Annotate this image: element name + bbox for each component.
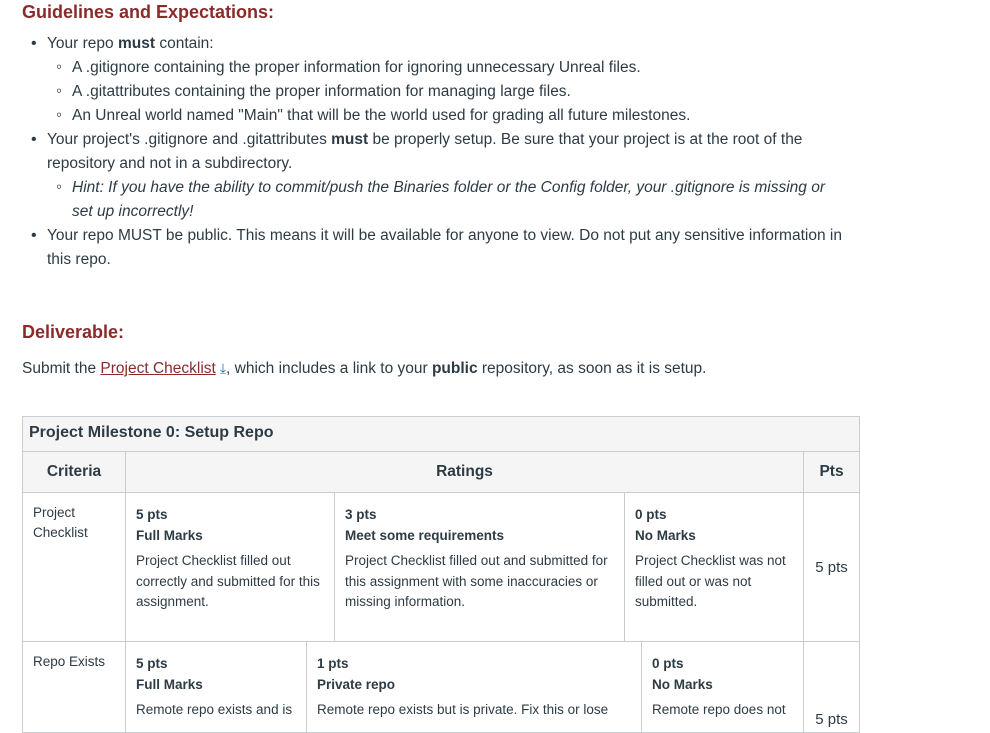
ratings-header: Ratings	[125, 451, 804, 493]
pts-cell: 5 pts	[803, 492, 860, 642]
ratings-cell: 5 pts Full Marks Project Checklist fille…	[125, 492, 804, 642]
criteria-header: Criteria	[22, 451, 126, 493]
criterion-cell: Repo Exists	[22, 641, 126, 733]
criterion-cell: Project Checklist	[22, 492, 126, 642]
project-checklist-link[interactable]: Project Checklist	[100, 360, 215, 377]
sub-list: A .gitignore containing the proper infor…	[47, 55, 847, 128]
rating-box: 1 pts Private repo Remote repo exists bu…	[307, 642, 642, 732]
rating-box: 5 pts Full Marks Project Checklist fille…	[126, 493, 335, 641]
deliverable-heading: Deliverable:	[22, 322, 125, 342]
list-item: Your repo must contain: A .gitignore con…	[31, 32, 847, 128]
rating-box: 3 pts Meet some requirements Project Che…	[335, 493, 625, 641]
table-row: Repo Exists 5 pts Full Marks Remote repo…	[22, 641, 860, 733]
list-item: Your repo MUST be public. This means it …	[31, 224, 847, 272]
ratings-cell: 5 pts Full Marks Remote repo exists and …	[125, 641, 804, 733]
pts-cell: 5 pts	[803, 641, 860, 733]
guidelines-list: Your repo must contain: A .gitignore con…	[31, 32, 847, 272]
rubric-title: Project Milestone 0: Setup Repo	[22, 416, 860, 451]
list-item: Your project's .gitignore and .gitattrib…	[31, 128, 847, 224]
deliverable-text: Submit the Project Checklist ⤓, which inc…	[22, 360, 707, 377]
rating-box: 0 pts No Marks Project Checklist was not…	[635, 507, 786, 609]
rating-box: 0 pts No Marks Remote repo does not	[652, 656, 786, 717]
table-row: Project Checklist 5 pts Full Marks Proje…	[22, 492, 860, 642]
hint-item: Hint: If you have the ability to commit/…	[56, 175, 847, 224]
guidelines-heading: Guidelines and Expectations:	[22, 2, 275, 22]
rubric-table: Project Milestone 0: Setup Repo Criteria…	[22, 416, 860, 733]
list-item: A .gitattributes containing the proper i…	[56, 79, 847, 104]
sub-list: Hint: If you have the ability to commit/…	[47, 175, 847, 224]
list-item: An Unreal world named "Main" that will b…	[56, 103, 847, 128]
list-item: A .gitignore containing the proper infor…	[56, 55, 847, 80]
pts-header: Pts	[803, 451, 860, 493]
rating-box: 5 pts Full Marks Remote repo exists and …	[126, 642, 307, 732]
